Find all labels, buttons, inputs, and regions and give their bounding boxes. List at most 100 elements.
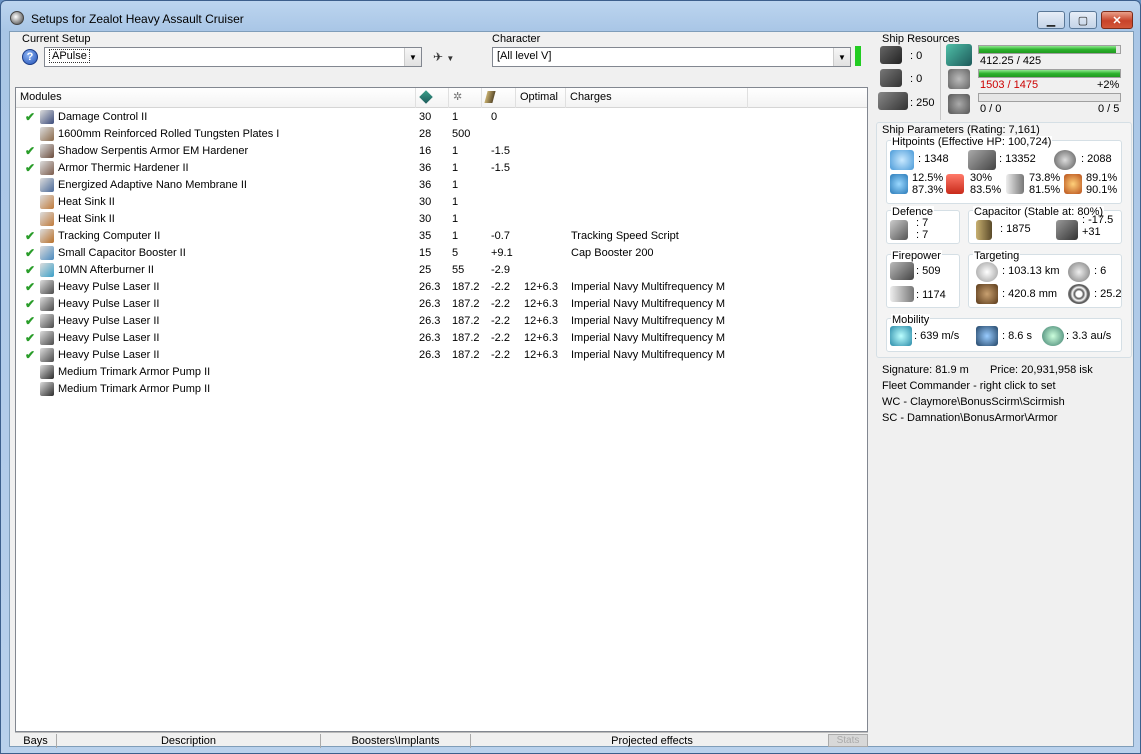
header-modules[interactable]: Modules bbox=[16, 88, 416, 108]
setup-tools-button[interactable]: ✈ ▼ bbox=[433, 50, 454, 64]
character-select[interactable]: [All level V] ▼ bbox=[492, 47, 851, 67]
module-row[interactable]: ✔ Shadow Serpentis Armor EM Hardener 16 1 -1… bbox=[16, 143, 867, 160]
kinetic-resist-icon bbox=[1006, 174, 1024, 194]
module-cpu: 16 bbox=[419, 145, 432, 157]
module-powergrid: 187.2 bbox=[452, 315, 480, 327]
module-cpu: 26.3 bbox=[419, 315, 441, 327]
setup-select[interactable]: APulse ▼ bbox=[44, 47, 422, 67]
cpu-bar-fill bbox=[979, 46, 1116, 53]
defence-value-b: : 7 bbox=[916, 229, 929, 241]
module-capacitor: -2.2 bbox=[491, 315, 510, 327]
warp-speed-icon bbox=[1042, 326, 1064, 346]
header-powergrid[interactable]: ✲ bbox=[449, 88, 482, 108]
warp-speed: : 3.3 au/s bbox=[1066, 330, 1112, 342]
module-cpu: 35 bbox=[419, 230, 432, 242]
module-name: 10MN Afterburner II bbox=[58, 264, 154, 276]
module-icon bbox=[40, 212, 54, 226]
module-name: Heavy Pulse Laser II bbox=[58, 298, 160, 310]
module-row[interactable]: Heat Sink II 30 1 bbox=[16, 211, 867, 228]
module-active-check-icon: ✔ bbox=[25, 110, 36, 124]
dps-icon bbox=[890, 262, 914, 280]
wing-commander[interactable]: WC - Claymore\BonusScirm\Scirmish bbox=[882, 396, 1065, 408]
tab-boosters-implants[interactable]: Boosters\Implants bbox=[321, 734, 471, 748]
tab-projected-effects[interactable]: Projected effects bbox=[471, 734, 833, 748]
minimize-button[interactable]: ▁ bbox=[1037, 11, 1065, 29]
targeting-range: : 103.13 km bbox=[1002, 265, 1060, 277]
module-powergrid: 1 bbox=[452, 213, 459, 225]
module-row[interactable]: ✔ Heavy Pulse Laser II 26.3 187.2 -2.2 12+6.3… bbox=[16, 330, 867, 347]
squad-commander[interactable]: SC - Damnation\BonusArmor\Armor bbox=[882, 412, 1057, 424]
module-row[interactable]: ✔ Damage Control II 30 1 0 bbox=[16, 109, 867, 126]
thermal-armor-resist: 83.5% bbox=[970, 184, 1002, 196]
capacitor-delta: : -17.5 bbox=[1082, 214, 1114, 226]
module-row[interactable]: Heat Sink II 30 1 bbox=[16, 194, 867, 211]
maximize-button[interactable]: ▢ bbox=[1069, 11, 1097, 29]
explosive-armor-resist: 90.1% bbox=[1086, 184, 1118, 196]
structure-icon bbox=[1054, 150, 1076, 170]
tab-description[interactable]: Description bbox=[57, 734, 321, 748]
module-row[interactable]: Medium Trimark Armor Pump II bbox=[16, 364, 867, 381]
module-row[interactable]: ✔ Heavy Pulse Laser II 26.3 187.2 -2.2 12+6.3… bbox=[16, 279, 867, 296]
module-row[interactable]: ✔ Tracking Computer II 35 1 -0.7 Tracking Spe… bbox=[16, 228, 867, 245]
powergrid-percent: +2% bbox=[1097, 79, 1120, 91]
module-powergrid: 55 bbox=[452, 264, 465, 276]
module-row[interactable]: ✔ Small Capacitor Booster II 15 5 +9.1 Cap Bo… bbox=[16, 245, 867, 262]
module-icon bbox=[40, 178, 54, 192]
module-cpu: 36 bbox=[419, 162, 432, 174]
calibration-bar bbox=[978, 93, 1121, 102]
module-row[interactable]: ✔ Heavy Pulse Laser II 26.3 187.2 -2.2 12+6.3… bbox=[16, 296, 867, 313]
module-cpu: 26.3 bbox=[419, 281, 441, 293]
module-row[interactable]: ✔ 10MN Afterburner II 25 55 -2.9 bbox=[16, 262, 867, 279]
velocity-icon bbox=[890, 326, 912, 346]
launcher-hardpoints-value: : 0 bbox=[910, 73, 923, 85]
module-row[interactable]: ✔ Armor Thermic Hardener II 36 1 -1.5 bbox=[16, 160, 867, 177]
module-row[interactable]: Energized Adaptive Nano Membrane II 36 1 bbox=[16, 177, 867, 194]
module-capacitor: -1.5 bbox=[491, 162, 510, 174]
module-icon bbox=[40, 297, 54, 311]
module-cpu: 26.3 bbox=[419, 332, 441, 344]
fleet-commander[interactable]: Fleet Commander - right click to set bbox=[882, 380, 1056, 392]
module-row[interactable]: 1600mm Reinforced Rolled Tungsten Plates… bbox=[16, 126, 867, 143]
module-icon bbox=[40, 314, 54, 328]
module-active-check-icon: ✔ bbox=[25, 263, 36, 277]
module-icon bbox=[40, 365, 54, 379]
cpu-bar bbox=[978, 45, 1121, 54]
modules-grid[interactable]: Modules ✲ Optimal Charges ✔ Damage Contro… bbox=[15, 87, 868, 732]
header-capacitor[interactable] bbox=[482, 88, 516, 108]
capacitor-icon bbox=[976, 220, 992, 240]
header-optimal[interactable]: Optimal bbox=[516, 88, 566, 108]
module-row[interactable]: ✔ Heavy Pulse Laser II 26.3 187.2 -2.2 12+6.3… bbox=[16, 347, 867, 364]
module-powergrid: 5 bbox=[452, 247, 459, 259]
module-icon bbox=[40, 127, 54, 141]
close-button[interactable]: ✕ bbox=[1101, 11, 1133, 29]
character-value: [All level V] bbox=[497, 50, 552, 62]
kinetic-armor-resist: 81.5% bbox=[1029, 184, 1061, 196]
defence-value-a: : 7 bbox=[916, 217, 929, 229]
module-powergrid: 187.2 bbox=[452, 349, 480, 361]
module-icon bbox=[40, 195, 54, 209]
tab-bays[interactable]: Bays bbox=[15, 734, 57, 748]
title-bar[interactable]: Setups for Zealot Heavy Assault Cruiser … bbox=[1, 1, 1140, 33]
module-cpu: 26.3 bbox=[419, 349, 441, 361]
module-row[interactable]: ✔ Heavy Pulse Laser II 26.3 187.2 -2.2 12+6.3… bbox=[16, 313, 867, 330]
module-row[interactable]: Medium Trimark Armor Pump II bbox=[16, 381, 867, 398]
resources-divider bbox=[940, 40, 941, 120]
turret-hardpoints-value: : 0 bbox=[910, 50, 923, 62]
module-optimal: 12+6.3 bbox=[524, 281, 558, 293]
help-icon[interactable]: ? bbox=[22, 49, 38, 65]
module-charge: Imperial Navy Multifrequency M bbox=[571, 315, 726, 327]
turret-hardpoint-icon bbox=[880, 46, 902, 64]
character-label: Character bbox=[492, 33, 541, 45]
max-targets: : 6 bbox=[1094, 265, 1107, 277]
calibration-slots-value: 0 / 5 bbox=[1098, 103, 1120, 115]
header-charges[interactable]: Charges bbox=[566, 88, 748, 108]
module-icon bbox=[40, 263, 54, 277]
module-name: Shadow Serpentis Armor EM Hardener bbox=[58, 145, 249, 157]
header-cpu[interactable] bbox=[416, 88, 449, 108]
stats-button[interactable]: Stats bbox=[828, 734, 868, 747]
module-name: 1600mm Reinforced Rolled Tungsten Plates… bbox=[58, 128, 280, 140]
module-name: Heavy Pulse Laser II bbox=[58, 315, 160, 327]
module-name: Tracking Computer II bbox=[58, 230, 161, 242]
module-icon bbox=[40, 331, 54, 345]
targeting-title: Targeting bbox=[973, 250, 1021, 262]
